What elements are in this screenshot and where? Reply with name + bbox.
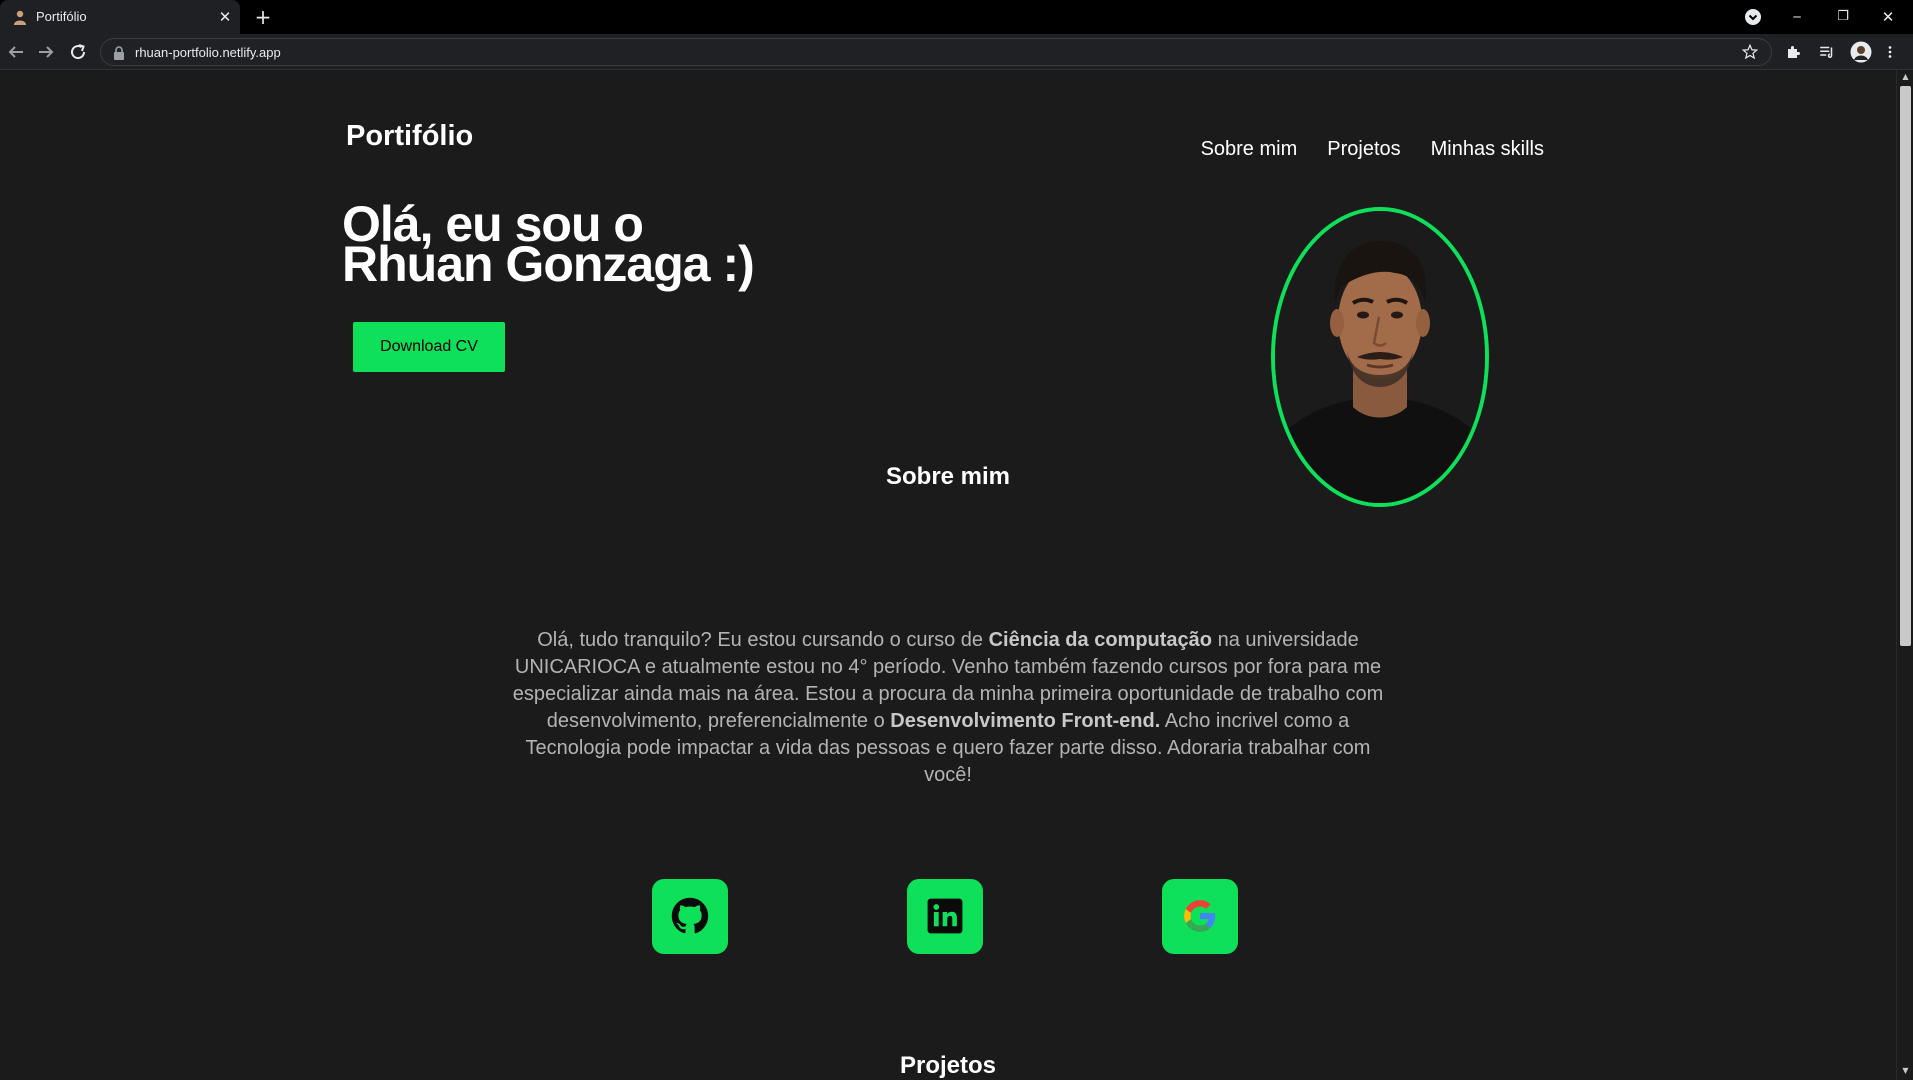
reading-list-icon[interactable] [1818, 43, 1836, 61]
about-highlight-frontend: Desenvolvimento Front-end. [890, 710, 1161, 732]
browser-toolbar: rhuan-portfolio.netlify.app [0, 34, 1913, 70]
nav-link-projetos[interactable]: Projetos [1327, 138, 1400, 161]
about-text-part-1: Olá, tudo tranquilo? Eu estou cursando o… [537, 629, 989, 651]
profile-photo-illustration [1275, 211, 1485, 503]
about-paragraph: Olá, tudo tranquilo? Eu estou cursando o… [500, 627, 1396, 789]
google-icon [1184, 900, 1216, 932]
more-options-icon[interactable] [1883, 43, 1897, 61]
browser-tab[interactable]: Portifólio ✕ [0, 0, 240, 34]
address-bar[interactable]: rhuan-portfolio.netlify.app [100, 38, 1772, 66]
about-section-title: Sobre mim [885, 463, 1011, 490]
about-highlight-course: Ciência da computação [988, 629, 1213, 651]
forward-arrow-icon[interactable] [34, 40, 58, 64]
site-brand[interactable]: Portifólio [346, 120, 473, 153]
lock-icon[interactable] [113, 46, 125, 60]
bookmark-star-icon[interactable] [1741, 43, 1759, 61]
profile-avatar-icon[interactable] [1850, 41, 1872, 63]
back-arrow-icon[interactable] [4, 40, 28, 64]
page-scrollbar[interactable]: ▲ ▼ [1896, 70, 1913, 1080]
page-viewport: Portifólio Sobre mim Projetos Minhas ski… [0, 70, 1896, 1080]
close-tab-icon[interactable]: ✕ [216, 8, 234, 26]
scroll-down-arrow-icon[interactable]: ▼ [1900, 1066, 1911, 1076]
github-icon [671, 897, 709, 934]
main-nav: Sobre mim Projetos Minhas skills [1201, 138, 1544, 161]
hero-title-line-2: Rhuan Gonzaga :) [342, 236, 755, 292]
nav-link-minhas-skills[interactable]: Minhas skills [1431, 138, 1544, 161]
new-tab-button[interactable]: + [252, 6, 274, 28]
nav-link-sobre-mim[interactable]: Sobre mim [1201, 138, 1298, 161]
tab-title: Portifólio [36, 9, 87, 24]
linkedin-link-button[interactable] [907, 879, 983, 954]
restore-window-button[interactable]: ❐ [1826, 4, 1860, 30]
reload-icon[interactable] [66, 40, 90, 64]
google-link-button[interactable] [1162, 879, 1238, 954]
browser-tab-bar: Portifólio ✕ + ─ ❐ ✕ [0, 0, 1913, 34]
download-cv-button[interactable]: Download CV [353, 322, 505, 372]
extensions-puzzle-icon[interactable] [1785, 43, 1803, 61]
profile-photo [1271, 207, 1489, 507]
favicon-icon [14, 10, 26, 25]
url-text[interactable]: rhuan-portfolio.netlify.app [135, 45, 281, 60]
github-link-button[interactable] [652, 879, 728, 954]
projects-section-title: Projetos [899, 1052, 997, 1079]
media-control-icon[interactable] [1744, 8, 1762, 26]
close-window-button[interactable]: ✕ [1871, 4, 1905, 30]
scrollbar-thumb[interactable] [1900, 86, 1911, 646]
minimize-window-button[interactable]: ─ [1780, 4, 1814, 30]
scroll-up-arrow-icon[interactable]: ▲ [1900, 72, 1911, 82]
linkedin-icon [927, 898, 963, 934]
hero-title: Olá, eu sou o Rhuan Gonzaga :) [342, 199, 755, 292]
